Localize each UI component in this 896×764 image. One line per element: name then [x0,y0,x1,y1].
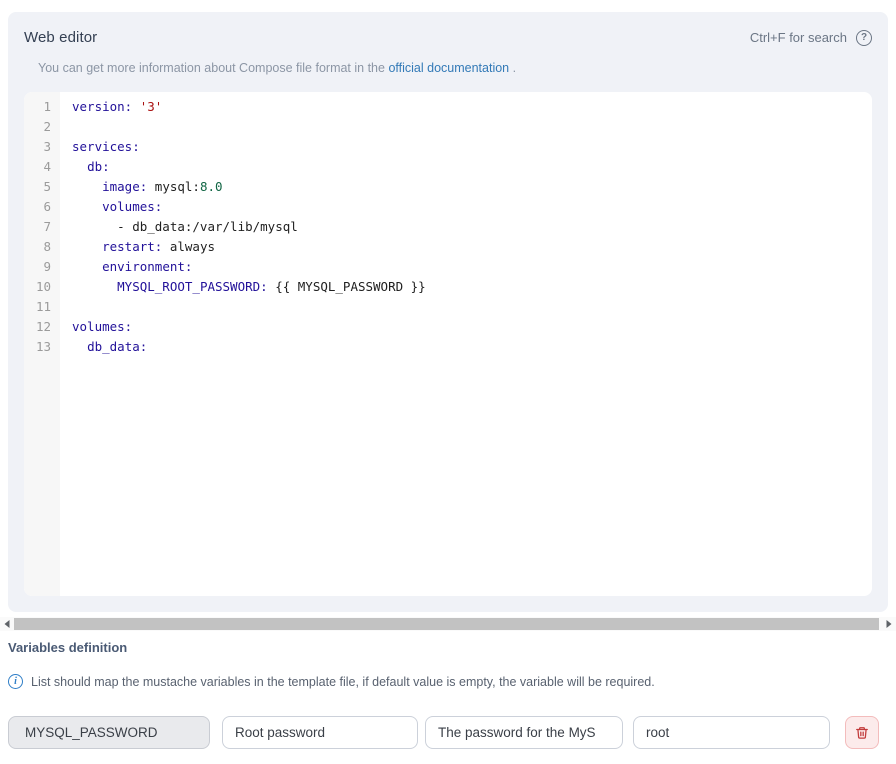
help-icon[interactable]: ? [856,30,872,46]
line-number: 11 [24,297,51,317]
variables-definition-heading: Variables definition [8,640,127,655]
variable-description-input[interactable] [425,716,623,749]
scroll-left-arrow-icon[interactable] [0,617,14,631]
info-icon: i [8,674,23,689]
variable-name-input [8,716,210,749]
line-number: 13 [24,337,51,357]
variable-default-input[interactable] [633,716,830,749]
code-line: MYSQL_ROOT_PASSWORD: {{ MYSQL_PASSWORD }… [72,277,872,297]
line-number: 1 [24,97,51,117]
code-line: restart: always [72,237,872,257]
line-number: 10 [24,277,51,297]
scroll-right-arrow-icon[interactable] [882,617,896,631]
code-editor[interactable]: 12345678910111213 version: '3'services: … [24,92,872,596]
web-editor-widget: Web editor Ctrl+F for search ? You can g… [8,12,888,612]
line-number: 9 [24,257,51,277]
code-line [72,297,872,317]
line-number: 8 [24,237,51,257]
code-line: db_data: [72,337,872,357]
search-hint: Ctrl+F for search ? [750,30,872,46]
scrollbar-thumb[interactable] [14,618,879,630]
code-line: - db_data:/var/lib/mysql [72,217,872,237]
line-number: 2 [24,117,51,137]
code-line [72,117,872,137]
scrollbar-track[interactable] [14,617,882,631]
code-line: db: [72,157,872,177]
editor-code[interactable]: version: '3' services: db: image: mysql:8… [60,92,872,596]
code-line: volumes: [72,197,872,217]
code-line: services: [72,137,872,157]
code-line: version: '3' [72,97,872,117]
docs-link[interactable]: official documentation [388,61,509,75]
line-number: 7 [24,217,51,237]
trash-icon [855,726,869,740]
widget-header: Web editor Ctrl+F for search ? [8,12,888,46]
code-line: environment: [72,257,872,277]
editor-gutter: 12345678910111213 [24,92,60,596]
compose-note: You can get more information about Compo… [38,61,888,75]
horizontal-scrollbar[interactable] [0,617,896,631]
variable-row [0,716,896,749]
line-number: 5 [24,177,51,197]
line-number: 12 [24,317,51,337]
compose-note-text: You can get more information about Compo… [38,61,385,75]
line-number: 3 [24,137,51,157]
variables-info-text: List should map the mustache variables i… [31,675,655,689]
line-number: 4 [24,157,51,177]
variables-info: i List should map the mustache variables… [8,674,655,689]
page-title: Web editor [24,29,97,46]
compose-note-suffix: . [513,61,516,75]
code-line: image: mysql:8.0 [72,177,872,197]
delete-variable-button[interactable] [845,716,879,749]
variable-label-input[interactable] [222,716,418,749]
search-hint-label: Ctrl+F for search [750,30,847,45]
line-number: 6 [24,197,51,217]
code-line: volumes: [72,317,872,337]
